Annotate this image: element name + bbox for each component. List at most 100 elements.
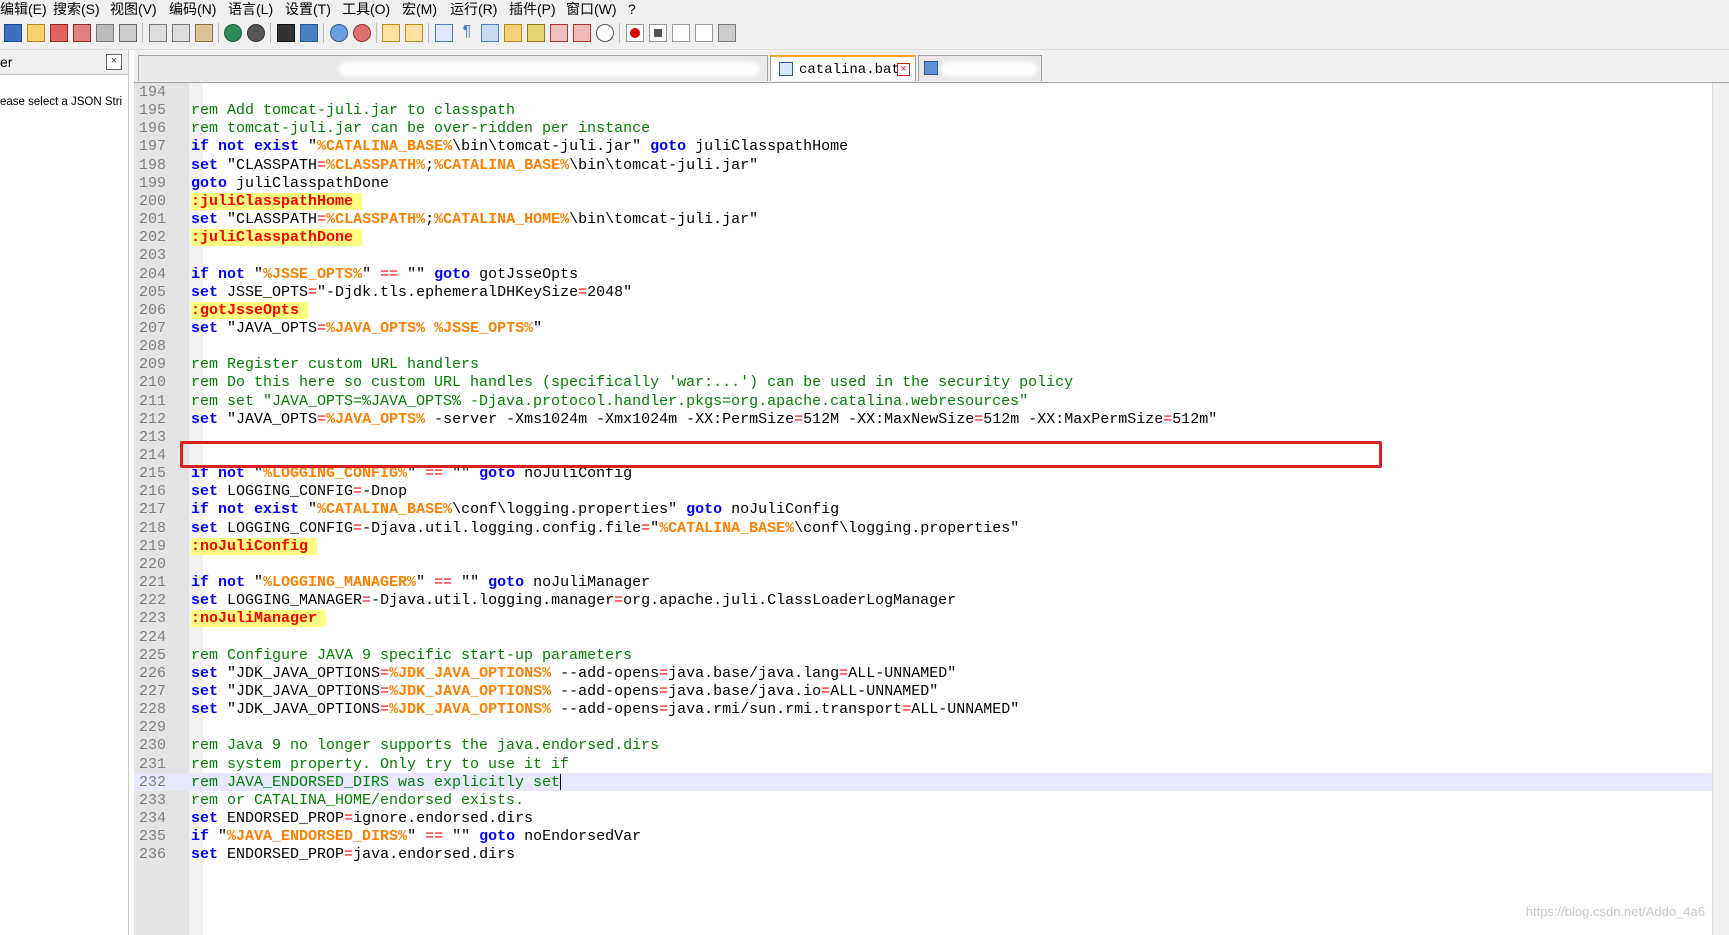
code-line[interactable]: 231 rem system property. Only try to use … bbox=[134, 755, 1729, 773]
menu-item[interactable]: 工具(O) bbox=[342, 1, 390, 17]
code-line[interactable]: 205 set JSSE_OPTS="-Djdk.tls.ephemeralDHK… bbox=[134, 283, 1729, 301]
code-line[interactable]: 196 rem tomcat-juli.jar can be over-ridde… bbox=[134, 119, 1729, 137]
text-token: 512M -XX:MaxNewSize bbox=[803, 410, 975, 428]
line-number: 234 bbox=[139, 810, 167, 827]
tab-catalina-bat[interactable]: catalina.bat × bbox=[770, 55, 916, 81]
code-line[interactable]: 232 rem JAVA_ENDORSED_DIRS was explicitly… bbox=[134, 772, 1729, 791]
code-line[interactable]: 200:juliClasspathHome bbox=[134, 192, 1729, 210]
menu-item[interactable]: 语言(L) bbox=[228, 1, 273, 17]
code-line[interactable]: 206:gotJsseOpts bbox=[134, 301, 1729, 319]
function-list-icon[interactable] bbox=[550, 24, 568, 42]
monitoring-icon[interactable] bbox=[596, 24, 614, 42]
code-line[interactable]: 228 set "JDK_JAVA_OPTIONS=%JDK_JAVA_OPTIO… bbox=[134, 700, 1729, 718]
code-line[interactable]: 218 set LOGGING_CONFIG=-Djava.util.loggin… bbox=[134, 519, 1729, 537]
save-icon[interactable] bbox=[50, 24, 68, 42]
record-macro-icon[interactable] bbox=[626, 24, 644, 42]
menu-item[interactable]: 编码(N) bbox=[169, 1, 216, 17]
tab-redacted-1[interactable] bbox=[138, 55, 768, 81]
line-number: 197 bbox=[139, 138, 167, 156]
tab-redacted-2[interactable] bbox=[918, 55, 1042, 81]
code-line[interactable]: 211 rem set "JAVA_OPTS=%JAVA_OPTS% -Djava… bbox=[134, 392, 1729, 410]
code-line[interactable]: 220 bbox=[134, 555, 1729, 573]
code-line[interactable]: 208 bbox=[134, 337, 1729, 355]
toolbar-separator bbox=[218, 23, 219, 43]
menu-item[interactable]: 设置(T) bbox=[285, 1, 331, 17]
zoom-in-icon[interactable] bbox=[330, 24, 348, 42]
code-line[interactable]: 217 if not exist "%CATALINA_BASE%\conf\lo… bbox=[134, 500, 1729, 518]
code-line[interactable]: 199 goto juliClasspathDone bbox=[134, 174, 1729, 192]
zoom-out-icon[interactable] bbox=[353, 24, 371, 42]
code-line[interactable]: 223:noJuliManager bbox=[134, 609, 1729, 628]
code-line[interactable]: 226 set "JDK_JAVA_OPTIONS=%JDK_JAVA_OPTIO… bbox=[134, 664, 1729, 682]
operator-token: = bbox=[839, 664, 849, 682]
stop-macro-icon[interactable] bbox=[649, 24, 667, 42]
run-macro-multiple-icon[interactable] bbox=[695, 24, 713, 42]
code-line[interactable]: 202:juliClasspathDone bbox=[134, 228, 1729, 247]
replace-icon[interactable] bbox=[300, 24, 318, 42]
menu-item[interactable]: 编辑(E) bbox=[0, 1, 47, 17]
code-line[interactable]: 233 rem or CATALINA_HOME/endorsed exists. bbox=[134, 791, 1729, 809]
code-line[interactable]: 216 set LOGGING_CONFIG=-Dnop bbox=[134, 482, 1729, 500]
side-panel-close-button[interactable]: × bbox=[106, 54, 122, 70]
save-macro-icon[interactable] bbox=[718, 24, 736, 42]
paste-icon[interactable] bbox=[195, 24, 213, 42]
code-line[interactable]: 234 set ENDORSED_PROP=ignore.endorsed.dir… bbox=[134, 809, 1729, 827]
show-all-chars-icon[interactable]: ¶ bbox=[458, 24, 476, 42]
folder-workspace-icon[interactable] bbox=[573, 24, 591, 42]
undo-icon[interactable] bbox=[224, 24, 242, 42]
code-line[interactable]: 198 set "CLASSPATH=%CLASSPATH%;%CATALINA_… bbox=[134, 156, 1729, 174]
menu-item[interactable]: 窗口(W) bbox=[566, 1, 617, 17]
new-file-icon[interactable] bbox=[4, 24, 22, 42]
menu-item[interactable]: ? bbox=[628, 1, 636, 17]
code-line[interactable]: 229 bbox=[134, 718, 1729, 736]
menu-item[interactable]: 搜索(S) bbox=[53, 1, 100, 17]
code-editor[interactable]: 194 195 rem Add tomcat-juli.jar to classpa… bbox=[134, 83, 1729, 935]
label-token: :juliClasspathDone bbox=[191, 229, 363, 247]
code-line[interactable]: 210 rem Do this here so custom URL handle… bbox=[134, 373, 1729, 391]
code-line[interactable]: 224 bbox=[134, 628, 1729, 646]
menu-item[interactable]: 宏(M) bbox=[402, 1, 437, 17]
menu-item[interactable]: 运行(R) bbox=[450, 1, 497, 17]
vertical-scrollbar[interactable] bbox=[1712, 83, 1729, 935]
code-line[interactable]: 195 rem Add tomcat-juli.jar to classpath bbox=[134, 101, 1729, 119]
code-line[interactable]: 221 if not "%LOGGING_MANAGER%" == "" goto… bbox=[134, 573, 1729, 591]
play-macro-icon[interactable] bbox=[672, 24, 690, 42]
code-line[interactable]: 230 rem Java 9 no longer supports the jav… bbox=[134, 736, 1729, 754]
code-line[interactable]: 197 if not exist "%CATALINA_BASE%\bin\tom… bbox=[134, 137, 1729, 155]
code-line[interactable]: 225 rem Configure JAVA 9 specific start-u… bbox=[134, 646, 1729, 664]
save-all-icon[interactable] bbox=[73, 24, 91, 42]
print-icon[interactable] bbox=[119, 24, 137, 42]
sync-vertical-icon[interactable] bbox=[382, 24, 400, 42]
code-line[interactable]: 212 set "JAVA_OPTS=%JAVA_OPTS% -server -X… bbox=[134, 410, 1729, 428]
text-token: LOGGING_CONFIG bbox=[218, 483, 354, 501]
code-line[interactable]: 236 set ENDORSED_PROP=java.endorsed.dirs bbox=[134, 845, 1729, 863]
doc-map-icon[interactable] bbox=[527, 24, 545, 42]
code-line[interactable]: 235 if "%JAVA_ENDORSED_DIRS%" == "" goto … bbox=[134, 827, 1729, 845]
code-line[interactable]: 222 set LOGGING_MANAGER=-Djava.util.loggi… bbox=[134, 591, 1729, 609]
code-line[interactable]: 194 bbox=[134, 83, 1729, 101]
code-line[interactable]: 227 set "JDK_JAVA_OPTIONS=%JDK_JAVA_OPTIO… bbox=[134, 682, 1729, 700]
indent-guide-icon[interactable] bbox=[481, 24, 499, 42]
operator-token: = bbox=[821, 682, 831, 700]
code-line[interactable]: 219:noJuliConfig bbox=[134, 537, 1729, 555]
open-file-icon[interactable] bbox=[27, 24, 45, 42]
line-code: if not "%LOGGING_MANAGER%" == "" goto no… bbox=[191, 574, 650, 591]
copy-icon[interactable] bbox=[172, 24, 190, 42]
code-line[interactable]: 203 bbox=[134, 246, 1729, 264]
code-line[interactable]: 204 if not "%JSSE_OPTS%" == "" goto gotJs… bbox=[134, 265, 1729, 283]
code-line[interactable]: 207 set "JAVA_OPTS=%JAVA_OPTS% %JSSE_OPTS… bbox=[134, 319, 1729, 337]
menu-item[interactable]: 视图(V) bbox=[110, 1, 157, 17]
menu-item[interactable]: 插件(P) bbox=[509, 1, 556, 17]
close-file-icon[interactable] bbox=[96, 24, 114, 42]
code-line[interactable]: 201 set "CLASSPATH=%CLASSPATH%;%CATALINA_… bbox=[134, 210, 1729, 228]
line-code: rem Register custom URL handlers bbox=[191, 356, 479, 373]
line-code: rem Java 9 no longer supports the java.e… bbox=[191, 737, 659, 754]
cut-icon[interactable] bbox=[149, 24, 167, 42]
find-icon[interactable] bbox=[277, 24, 295, 42]
user-language-icon[interactable] bbox=[504, 24, 522, 42]
sync-horizontal-icon[interactable] bbox=[405, 24, 423, 42]
tab-close-button[interactable]: × bbox=[897, 63, 910, 76]
word-wrap-icon[interactable] bbox=[435, 24, 453, 42]
redo-icon[interactable] bbox=[247, 24, 265, 42]
code-line[interactable]: 209 rem Register custom URL handlers bbox=[134, 355, 1729, 373]
